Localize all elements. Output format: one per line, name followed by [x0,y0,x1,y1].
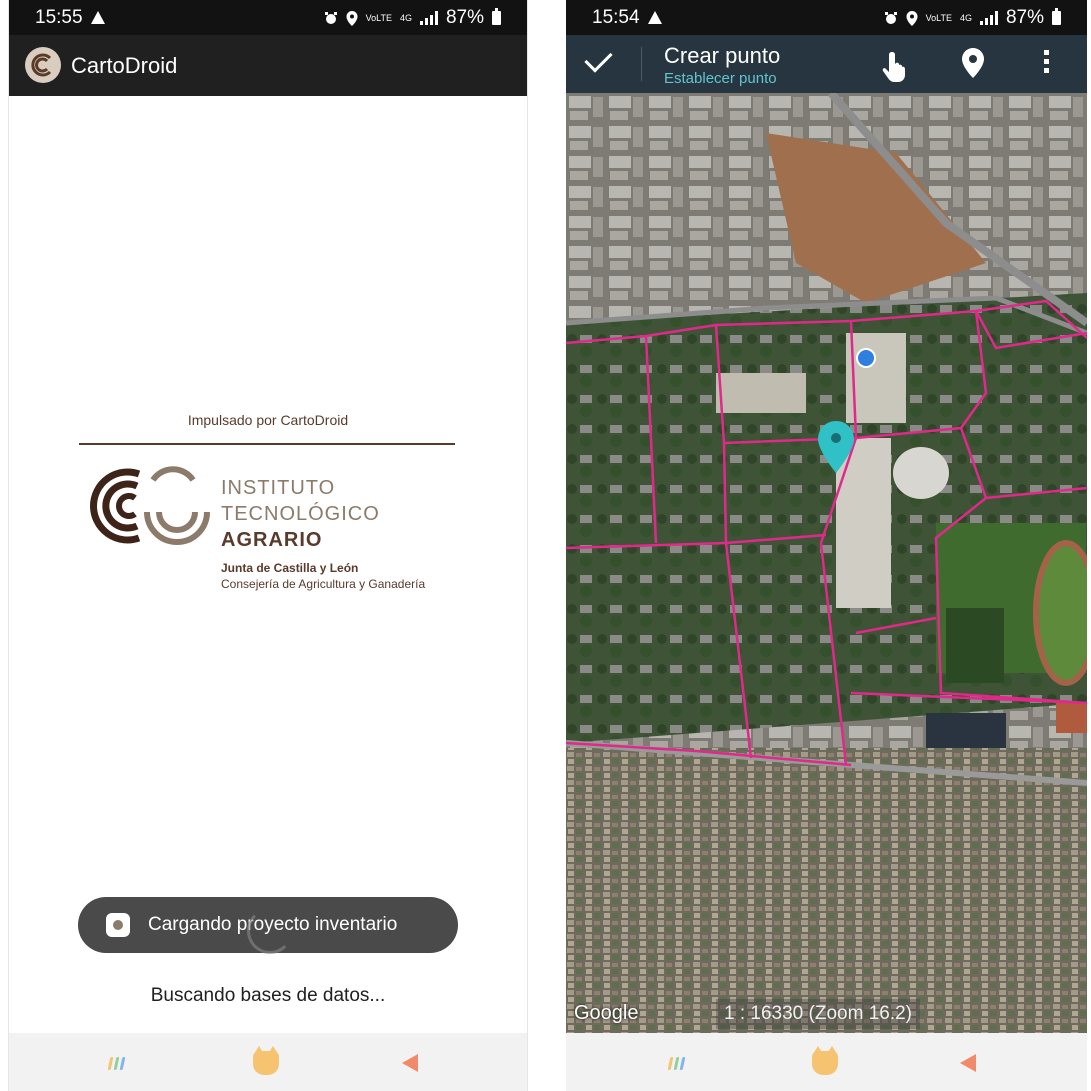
alarm-icon [884,12,897,24]
status-icons: VoLTE 4G 87% [324,7,501,29]
more-vert-icon[interactable] [1044,50,1050,77]
hand-pointer-icon[interactable] [882,50,912,82]
warning-icon [647,11,662,24]
app-bar: CartoDroid [9,35,527,96]
powered-by-label: Impulsado por CartoDroid [187,412,349,428]
institute-sub-1: Junta de Castilla y León [221,561,359,575]
satellite-map[interactable]: Google 1 : 16330 (Zoom 16.2) [566,93,1087,1033]
network-type: 4G [399,12,412,23]
status-time: 15:55 [35,7,105,29]
alarm-icon [324,12,337,24]
status-bar: 15:54 VoLTE 4G 87% [566,0,1087,35]
action-toolbar: Crear punto Establecer punto [566,35,1087,96]
system-nav-bar [566,1033,1087,1091]
signal-icon [979,11,998,25]
app-icon [106,913,130,937]
map-scale-readout: 1 : 16330 (Zoom 16.2) [716,999,920,1029]
recents-icon[interactable] [107,1057,126,1070]
toolbar-title: Crear punto [664,43,781,68]
current-location-dot [856,348,876,368]
google-attribution: Google [574,1002,639,1024]
check-icon[interactable] [584,44,613,73]
divider [79,443,455,445]
point-marker-icon[interactable] [818,421,854,473]
status-bar: 15:55 VoLTE 4G 87% [9,0,527,35]
left-phone-screen: 15:55 VoLTE 4G 87% CartoDroid Impulsado … [8,0,528,1091]
map-canvas[interactable] [566,93,1087,1033]
institute-line-1: INSTITUTO [221,477,336,499]
volte-indicator: VoLTE [925,12,952,23]
volte-indicator: VoLTE [365,12,392,23]
right-phone-screen: 15:54 VoLTE 4G 87% Crear punto Establece… [566,0,1087,1091]
toolbar-subtitle: Establecer punto [664,70,777,87]
status-icons: VoLTE 4G 87% [884,7,1061,29]
battery-icon [1052,8,1061,25]
network-type: 4G [959,12,972,23]
status-time: 15:54 [592,7,662,29]
cartodroid-logo-icon [25,47,61,83]
battery-icon [492,8,501,25]
battery-level: 87% [445,7,484,28]
home-icon[interactable] [253,1046,279,1075]
institute-sub-2: Consejería de Agricultura y Ganadería [221,577,426,591]
recents-icon[interactable] [667,1057,686,1070]
battery-level: 87% [1005,7,1044,28]
app-title: CartoDroid [71,53,178,78]
ita-logo-icon [67,462,227,557]
location-icon [346,10,358,26]
loading-status-text: Buscando bases de datos... [150,985,386,1006]
toolbar-divider [641,47,642,81]
map-pin-icon[interactable] [962,48,984,78]
system-nav-bar [9,1033,527,1091]
back-icon[interactable] [402,1054,418,1072]
institute-line-2: TECNOLÓGICO [221,503,380,525]
home-icon[interactable] [812,1046,838,1075]
warning-icon [90,11,105,24]
institute-line-3: AGRARIO [221,529,323,551]
location-icon [906,10,918,26]
signal-icon [419,11,438,25]
back-icon[interactable] [960,1054,976,1072]
loading-spinner [247,908,293,954]
